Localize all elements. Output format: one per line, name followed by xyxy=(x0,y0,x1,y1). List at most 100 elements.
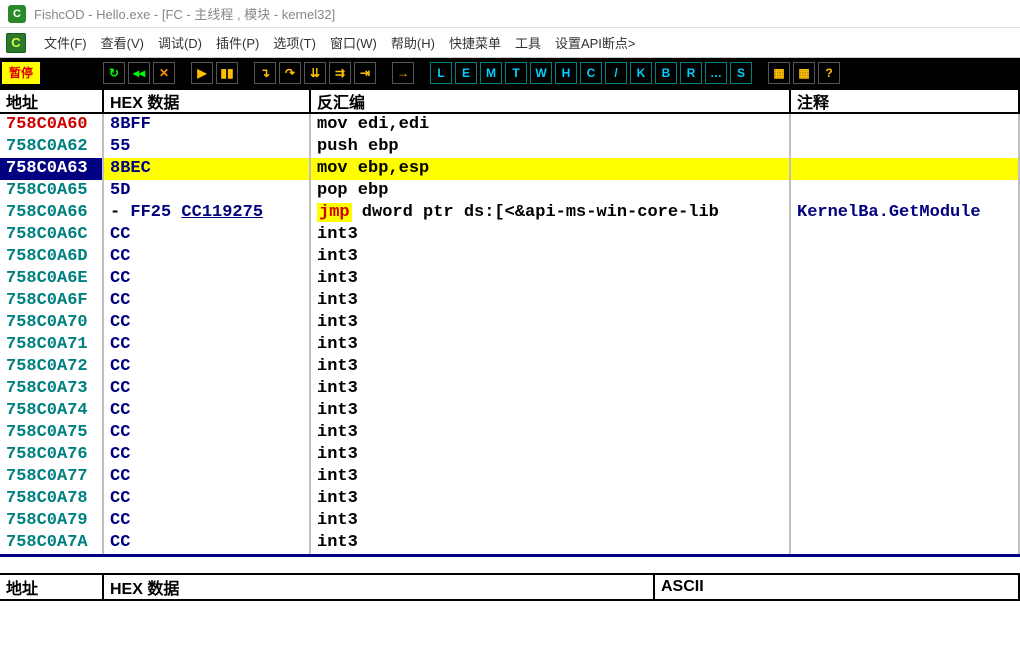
header-comment[interactable]: 注释 xyxy=(791,90,1020,112)
disasm-row[interactable]: 758C0A74 CCint3 xyxy=(0,400,1020,422)
run-to-return-button[interactable]: ⇥ xyxy=(354,62,376,84)
source-window-button[interactable]: S xyxy=(730,62,752,84)
step-into-button[interactable]: ↴ xyxy=(254,62,276,84)
restart-button[interactable]: ↻ xyxy=(103,62,125,84)
dump-header-ascii[interactable]: ASCII xyxy=(655,575,1020,599)
menu-item-1[interactable]: 查看(V) xyxy=(101,36,144,51)
breakpoints-window-button[interactable]: B xyxy=(655,62,677,84)
disasm-cell: int3 xyxy=(311,356,791,378)
menu-item-9[interactable]: 设置API断点> xyxy=(555,36,636,51)
header-address[interactable]: 地址 xyxy=(0,90,104,112)
disasm-cell: jmp dword ptr ds:[<&api-ms-win-core-lib xyxy=(311,202,791,224)
trace-over-button[interactable]: ⇉ xyxy=(329,62,351,84)
menu-item-3[interactable]: 插件(P) xyxy=(216,36,259,51)
comment-cell xyxy=(791,510,1020,532)
disasm-row[interactable]: 758C0A79 CCint3 xyxy=(0,510,1020,532)
help-toolbar-button[interactable]: ? xyxy=(818,62,840,84)
comment-cell xyxy=(791,400,1020,422)
hex-cell: CC xyxy=(104,444,311,466)
hex-cell: - FF25 CC119275 xyxy=(104,202,311,224)
disasm-row[interactable]: 758C0A65 5Dpop ebp xyxy=(0,180,1020,202)
comment-cell xyxy=(791,224,1020,246)
windows-window-button[interactable]: W xyxy=(530,62,552,84)
address-cell: 758C0A6E xyxy=(0,268,104,290)
menu-item-0[interactable]: 文件(F) xyxy=(44,36,87,51)
address-cell: 758C0A74 xyxy=(0,400,104,422)
goto-button[interactable]: → xyxy=(392,62,414,84)
disasm-row[interactable]: 758C0A62 55push ebp xyxy=(0,136,1020,158)
hex-cell: CC xyxy=(104,268,311,290)
address-cell: 758C0A7A xyxy=(0,532,104,554)
menu-item-2[interactable]: 调试(D) xyxy=(158,36,202,51)
disasm-row[interactable]: 758C0A75 CCint3 xyxy=(0,422,1020,444)
menu-item-4[interactable]: 选项(T) xyxy=(273,36,316,51)
comment-cell xyxy=(791,466,1020,488)
menu-item-7[interactable]: 快捷菜单 xyxy=(449,36,501,51)
header-hex[interactable]: HEX 数据 xyxy=(104,90,311,112)
run-button[interactable]: ▶ xyxy=(191,62,213,84)
hex-cell: CC xyxy=(104,290,311,312)
references-window-button[interactable]: R xyxy=(680,62,702,84)
disasm-cell: int3 xyxy=(311,246,791,268)
comment-cell xyxy=(791,444,1020,466)
disasm-row[interactable]: 758C0A60 8BFFmov edi,edi xyxy=(0,114,1020,136)
disasm-row[interactable]: 758C0A70 CCint3 xyxy=(0,312,1020,334)
menu-item-8[interactable]: 工具 xyxy=(515,36,541,51)
hex-cell: CC xyxy=(104,422,311,444)
address-cell: 758C0A6F xyxy=(0,290,104,312)
modules-window-button[interactable]: E xyxy=(455,62,477,84)
disasm-row[interactable]: 758C0A63 8BECmov ebp,esp xyxy=(0,158,1020,180)
hex-cell: 5D xyxy=(104,180,311,202)
run-trace-window-button[interactable]: … xyxy=(705,62,727,84)
disasm-cell: int3 xyxy=(311,532,791,554)
disasm-row[interactable]: 758C0A77 CCint3 xyxy=(0,466,1020,488)
disasm-row[interactable]: 758C0A71 CCint3 xyxy=(0,334,1020,356)
disasm-row[interactable]: 758C0A6F CCint3 xyxy=(0,290,1020,312)
menu-bar: C 文件(F) 查看(V) 调试(D) 插件(P) 选项(T) 窗口(W) 帮助(H) 快捷菜… xyxy=(0,28,1020,58)
memory-window-button[interactable]: M xyxy=(480,62,502,84)
disasm-row[interactable]: 758C0A76 CCint3 xyxy=(0,444,1020,466)
comment-cell xyxy=(791,532,1020,554)
disasm-row[interactable]: 758C0A66- FF25 CC119275jmp dword ptr ds:… xyxy=(0,202,1020,224)
menu-item-6[interactable]: 帮助(H) xyxy=(391,36,435,51)
address-cell: 758C0A6C xyxy=(0,224,104,246)
step-over-button[interactable]: ↷ xyxy=(279,62,301,84)
patches-window-button[interactable]: / xyxy=(605,62,627,84)
disasm-row[interactable]: 758C0A78 CCint3 xyxy=(0,488,1020,510)
disasm-row[interactable]: 758C0A7A CCint3 xyxy=(0,532,1020,554)
dump-header-address[interactable]: 地址 xyxy=(0,575,104,599)
close-button[interactable]: ✕ xyxy=(153,62,175,84)
menu-item-5[interactable]: 窗口(W) xyxy=(330,36,377,51)
disasm-cell: int3 xyxy=(311,334,791,356)
comment-cell xyxy=(791,290,1020,312)
grid2-button[interactable]: ▦ xyxy=(793,62,815,84)
trace-into-button[interactable]: ⇊ xyxy=(304,62,326,84)
disasm-cell: mov edi,edi xyxy=(311,114,791,136)
header-disasm[interactable]: 反汇编 xyxy=(311,90,791,112)
title-bar: C FishcOD - Hello.exe - [FC - 主线程 , 模块 -… xyxy=(0,0,1020,28)
pause-button[interactable]: ▮▮ xyxy=(216,62,238,84)
threads-window-button[interactable]: T xyxy=(505,62,527,84)
disasm-row[interactable]: 758C0A6C CCint3 xyxy=(0,224,1020,246)
handles-window-button[interactable]: H xyxy=(555,62,577,84)
disasm-cell: int3 xyxy=(311,444,791,466)
callstack-window-button[interactable]: K xyxy=(630,62,652,84)
log-window-button[interactable]: L xyxy=(430,62,452,84)
disasm-row[interactable]: 758C0A73 CCint3 xyxy=(0,378,1020,400)
dump-header-hex[interactable]: HEX 数据 xyxy=(104,575,655,599)
grid1-button[interactable]: ▦ xyxy=(768,62,790,84)
comment-cell xyxy=(791,488,1020,510)
disasm-row[interactable]: 758C0A6D CCint3 xyxy=(0,246,1020,268)
cpu-window-button[interactable]: C xyxy=(580,62,602,84)
hex-cell: CC xyxy=(104,356,311,378)
rewind-button[interactable]: ◂◂ xyxy=(128,62,150,84)
dump-header-row: 地址 HEX 数据 ASCII xyxy=(0,575,1020,601)
disassembly-view[interactable]: 地址 HEX 数据 反汇编 注释 758C0A60 8BFFmov edi,ed… xyxy=(0,88,1020,557)
address-cell: 758C0A75 xyxy=(0,422,104,444)
disasm-row[interactable]: 758C0A6E CCint3 xyxy=(0,268,1020,290)
comment-cell xyxy=(791,378,1020,400)
address-cell: 758C0A77 xyxy=(0,466,104,488)
hex-cell: CC xyxy=(104,246,311,268)
disasm-row[interactable]: 758C0A72 CCint3 xyxy=(0,356,1020,378)
menu-app-icon[interactable]: C xyxy=(6,33,26,53)
